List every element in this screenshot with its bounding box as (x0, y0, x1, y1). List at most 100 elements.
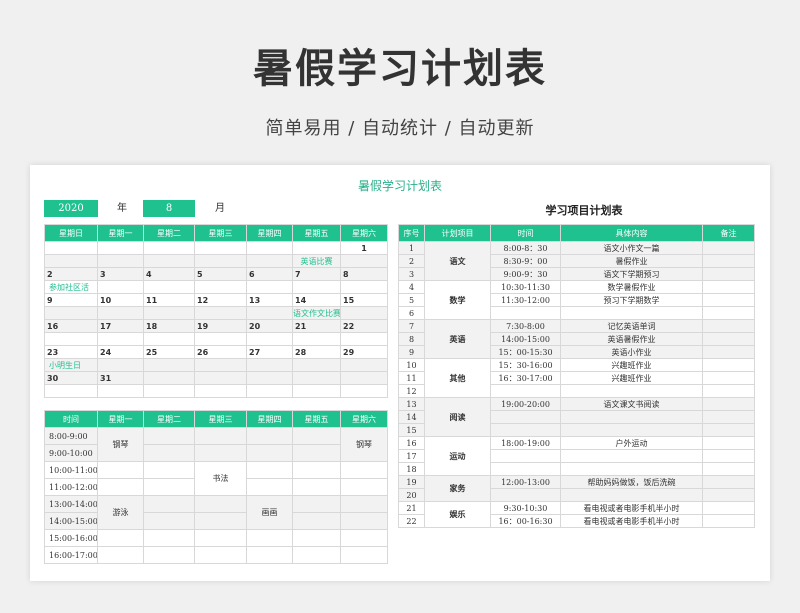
calendar-day[interactable] (194, 371, 247, 385)
calendar-day[interactable]: 11 (143, 293, 195, 307)
plan-time[interactable]: 7:30-8:00 (490, 319, 561, 333)
plan-index[interactable]: 21 (398, 501, 425, 515)
plan-content[interactable]: 语文小作文一篇 (560, 241, 703, 255)
calendar-event[interactable] (246, 306, 293, 320)
schedule-cell[interactable] (246, 444, 293, 462)
schedule-cell[interactable] (340, 529, 388, 547)
month-cell[interactable]: 8 (143, 200, 195, 217)
calendar-day[interactable]: 5 (194, 267, 247, 281)
plan-content[interactable]: 英语小作业 (560, 345, 703, 359)
schedule-cell[interactable] (97, 461, 144, 479)
calendar-event[interactable] (340, 254, 388, 268)
plan-time[interactable]: 11:30-12:00 (490, 293, 561, 307)
calendar-day[interactable]: 18 (143, 319, 195, 333)
calendar-day[interactable]: 19 (194, 319, 247, 333)
plan-index[interactable]: 6 (398, 306, 425, 320)
plan-time[interactable]: 14:00-15:00 (490, 332, 561, 346)
calendar-day[interactable] (194, 241, 247, 255)
calendar-day[interactable] (246, 241, 293, 255)
plan-note[interactable] (702, 475, 755, 489)
plan-category[interactable]: 英语 (424, 319, 491, 359)
calendar-event[interactable] (340, 332, 388, 346)
plan-time[interactable] (490, 488, 561, 502)
plan-note[interactable] (702, 280, 755, 294)
schedule-cell[interactable] (292, 512, 341, 530)
calendar-day[interactable] (44, 241, 98, 255)
calendar-event[interactable]: 英语比赛 (292, 254, 341, 268)
calendar-event[interactable] (143, 384, 195, 398)
plan-time[interactable]: 19:00-20:00 (490, 397, 561, 411)
time-cell[interactable]: 14:00-15:00 (44, 512, 98, 530)
calendar-event[interactable] (246, 358, 293, 372)
plan-content[interactable]: 语文课文书阅读 (560, 397, 703, 411)
plan-time[interactable]: 9:30-10:30 (490, 501, 561, 515)
schedule-cell[interactable] (292, 529, 341, 547)
schedule-cell[interactable] (97, 478, 144, 496)
calendar-day[interactable] (292, 371, 341, 385)
calendar-day[interactable]: 25 (143, 345, 195, 359)
schedule-cell[interactable] (246, 427, 293, 445)
plan-index[interactable]: 20 (398, 488, 425, 502)
calendar-day[interactable] (246, 371, 293, 385)
calendar-event[interactable] (44, 332, 98, 346)
plan-category[interactable]: 娱乐 (424, 501, 491, 528)
calendar-event[interactable] (194, 384, 247, 398)
plan-category[interactable]: 阅读 (424, 397, 491, 437)
calendar-event[interactable] (194, 358, 247, 372)
calendar-event[interactable] (194, 306, 247, 320)
calendar-event[interactable] (97, 306, 144, 320)
calendar-event[interactable] (44, 254, 98, 268)
calendar-event[interactable] (97, 332, 144, 346)
plan-index[interactable]: 22 (398, 514, 425, 528)
plan-category[interactable]: 其他 (424, 358, 491, 398)
calendar-day[interactable]: 10 (97, 293, 144, 307)
plan-category[interactable]: 运动 (424, 436, 491, 476)
calendar-event[interactable] (340, 358, 388, 372)
plan-index[interactable]: 7 (398, 319, 425, 333)
calendar-day[interactable]: 29 (340, 345, 388, 359)
schedule-cell[interactable] (194, 495, 247, 513)
schedule-cell[interactable] (143, 529, 195, 547)
plan-content[interactable]: 语文下学期预习 (560, 267, 703, 281)
schedule-cell[interactable] (194, 529, 247, 547)
calendar-day[interactable]: 3 (97, 267, 144, 281)
calendar-event[interactable] (97, 358, 144, 372)
time-cell[interactable]: 9:00-10:00 (44, 444, 98, 462)
plan-index[interactable]: 16 (398, 436, 425, 450)
schedule-cell[interactable] (246, 461, 293, 479)
plan-content[interactable] (560, 449, 703, 463)
calendar-day[interactable]: 24 (97, 345, 144, 359)
calendar-day[interactable]: 17 (97, 319, 144, 333)
time-cell[interactable]: 11:00-12:00 (44, 478, 98, 496)
schedule-cell[interactable] (143, 461, 195, 479)
plan-content[interactable] (560, 423, 703, 437)
plan-index[interactable]: 14 (398, 410, 425, 424)
plan-note[interactable] (702, 254, 755, 268)
plan-note[interactable] (702, 410, 755, 424)
schedule-cell[interactable] (143, 495, 195, 513)
plan-time[interactable] (490, 462, 561, 476)
calendar-day[interactable]: 14 (292, 293, 341, 307)
calendar-event[interactable] (292, 280, 341, 294)
calendar-day[interactable]: 4 (143, 267, 195, 281)
plan-note[interactable] (702, 488, 755, 502)
activity-painting[interactable]: 画画 (246, 495, 293, 530)
plan-category[interactable]: 数学 (424, 280, 491, 320)
calendar-day[interactable] (97, 241, 144, 255)
plan-index[interactable]: 12 (398, 384, 425, 398)
plan-content[interactable] (560, 410, 703, 424)
plan-index[interactable]: 9 (398, 345, 425, 359)
calendar-event[interactable] (143, 254, 195, 268)
calendar-day[interactable]: 13 (246, 293, 293, 307)
calendar-event[interactable] (246, 254, 293, 268)
plan-content[interactable] (560, 462, 703, 476)
activity-piano-mon[interactable]: 钢琴 (97, 427, 144, 462)
plan-content[interactable]: 预习下学期数学 (560, 293, 703, 307)
plan-note[interactable] (702, 423, 755, 437)
plan-content[interactable] (560, 488, 703, 502)
time-cell[interactable]: 8:00-9:00 (44, 427, 98, 445)
calendar-day[interactable] (143, 241, 195, 255)
schedule-cell[interactable] (97, 546, 144, 564)
schedule-cell[interactable] (292, 444, 341, 462)
calendar-event[interactable] (340, 280, 388, 294)
